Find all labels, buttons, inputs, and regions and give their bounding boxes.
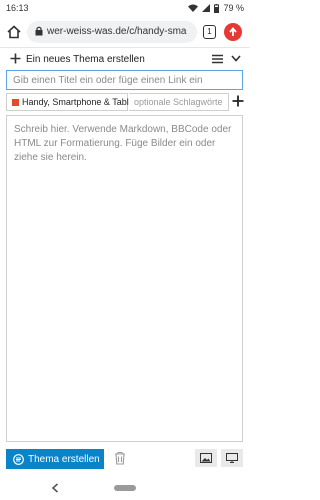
tags-input[interactable] xyxy=(129,93,229,111)
create-topic-button[interactable]: Thema erstellen xyxy=(6,449,104,469)
trash-icon[interactable] xyxy=(114,451,126,465)
image-upload-icon xyxy=(200,453,212,463)
status-time: 16:13 xyxy=(6,3,29,13)
url-bar[interactable]: wer-weiss-was.de/c/handy-sma xyxy=(27,21,197,43)
toggle-preview-button[interactable] xyxy=(221,449,243,467)
title-input[interactable] xyxy=(6,70,243,90)
category-row: Handy, Smartphone & Tablet xyxy=(6,93,244,111)
browser-menu-icon[interactable] xyxy=(224,23,242,41)
system-navigation-bar xyxy=(0,476,250,500)
composer-footer: Thema erstellen xyxy=(0,447,250,471)
tab-switcher-icon[interactable]: 1 xyxy=(203,25,216,39)
chevron-down-icon[interactable] xyxy=(231,55,241,62)
lock-icon xyxy=(35,26,43,36)
home-icon[interactable] xyxy=(6,24,22,40)
hamburger-icon[interactable] xyxy=(212,54,223,64)
create-topic-icon xyxy=(13,454,24,465)
add-tag-icon[interactable] xyxy=(232,95,244,107)
composer-title: Ein neues Thema erstellen xyxy=(26,54,145,65)
battery-icon xyxy=(214,3,220,13)
wifi-icon xyxy=(188,4,199,12)
browser-toolbar: wer-weiss-was.de/c/handy-sma 1 xyxy=(0,16,250,48)
battery-level: 79 % xyxy=(223,3,244,13)
home-pill[interactable] xyxy=(114,485,136,491)
create-topic-label: Thema erstellen xyxy=(28,453,100,465)
post-editor[interactable] xyxy=(6,115,243,442)
category-chooser[interactable]: Handy, Smartphone & Tablet xyxy=(6,93,136,111)
composer-header: Ein neues Thema erstellen xyxy=(0,49,250,69)
preview-icon xyxy=(226,453,238,463)
back-icon[interactable] xyxy=(51,483,59,493)
upload-image-button[interactable] xyxy=(195,449,217,467)
category-label: Handy, Smartphone & Tablet xyxy=(22,97,137,107)
status-indicators: 79 % xyxy=(188,3,244,13)
category-color-badge xyxy=(12,99,19,106)
plus-icon xyxy=(10,53,21,64)
signal-icon xyxy=(202,4,211,12)
status-bar: 16:13 79 % xyxy=(0,0,250,16)
url-text: wer-weiss-was.de/c/handy-sma xyxy=(47,26,187,37)
